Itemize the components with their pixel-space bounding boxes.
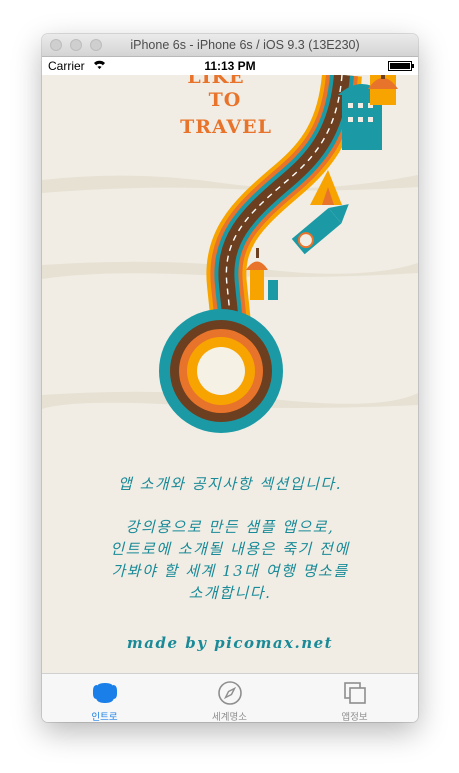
battery-icon [388, 61, 414, 71]
tab-intro[interactable]: 인트로 [42, 674, 167, 722]
tab-app-info-label: 앱정보 [341, 712, 368, 722]
poster-word-travel: TRAVEL [180, 116, 272, 138]
tab-bar: 인트로 세계명소 앱정보 [42, 673, 418, 722]
intro-body-line: 소개합니다. [188, 584, 272, 602]
poster-word-like: LIKE [187, 75, 244, 88]
intro-body-line: 인트로에 소개될 내용은 죽기 전에 [110, 540, 350, 558]
target-circle-illustration [159, 309, 283, 433]
window-titlebar: iPhone 6s - iPhone 6s / iOS 9.3 (13E230) [42, 34, 418, 57]
intro-icon [92, 683, 117, 703]
tab-world-landmarks-label: 세계명소 [212, 712, 247, 722]
poster-word-to: TO [209, 89, 242, 111]
intro-body: 강의용으로 만든 샘플 앱으로, 인트로에 소개될 내용은 죽기 전에 가봐야 … [52, 516, 408, 604]
tab-intro-label: 인트로 [91, 712, 118, 722]
compass-icon [217, 681, 242, 705]
travel-poster: LIKE TO TRAVEL [42, 75, 418, 455]
tab-world-landmarks[interactable]: 세계명소 [167, 674, 292, 722]
app-info-icon [343, 682, 366, 704]
credit-text: made by picomax.net [126, 634, 334, 652]
intro-body-line: 가봐야 할 세계 13대 여행 명소를 [111, 562, 349, 580]
status-bar: Carrier 11:13 PM [42, 57, 418, 75]
intro-headline: 앱 소개와 공지사항 섹션입니다. [118, 475, 342, 493]
clock: 11:13 PM [204, 59, 256, 73]
intro-body-line: 강의용으로 만든 샘플 앱으로, [125, 518, 335, 536]
simulator-window: iPhone 6s - iPhone 6s / iOS 9.3 (13E230)… [42, 34, 418, 722]
window-title: iPhone 6s - iPhone 6s / iOS 9.3 (13E230) [130, 38, 360, 52]
intro-screen: LIKE TO TRAVEL 앱 소개와 공지사항 섹션입니다. 강의용으로 만… [42, 75, 418, 673]
tab-app-info[interactable]: 앱정보 [292, 674, 417, 722]
